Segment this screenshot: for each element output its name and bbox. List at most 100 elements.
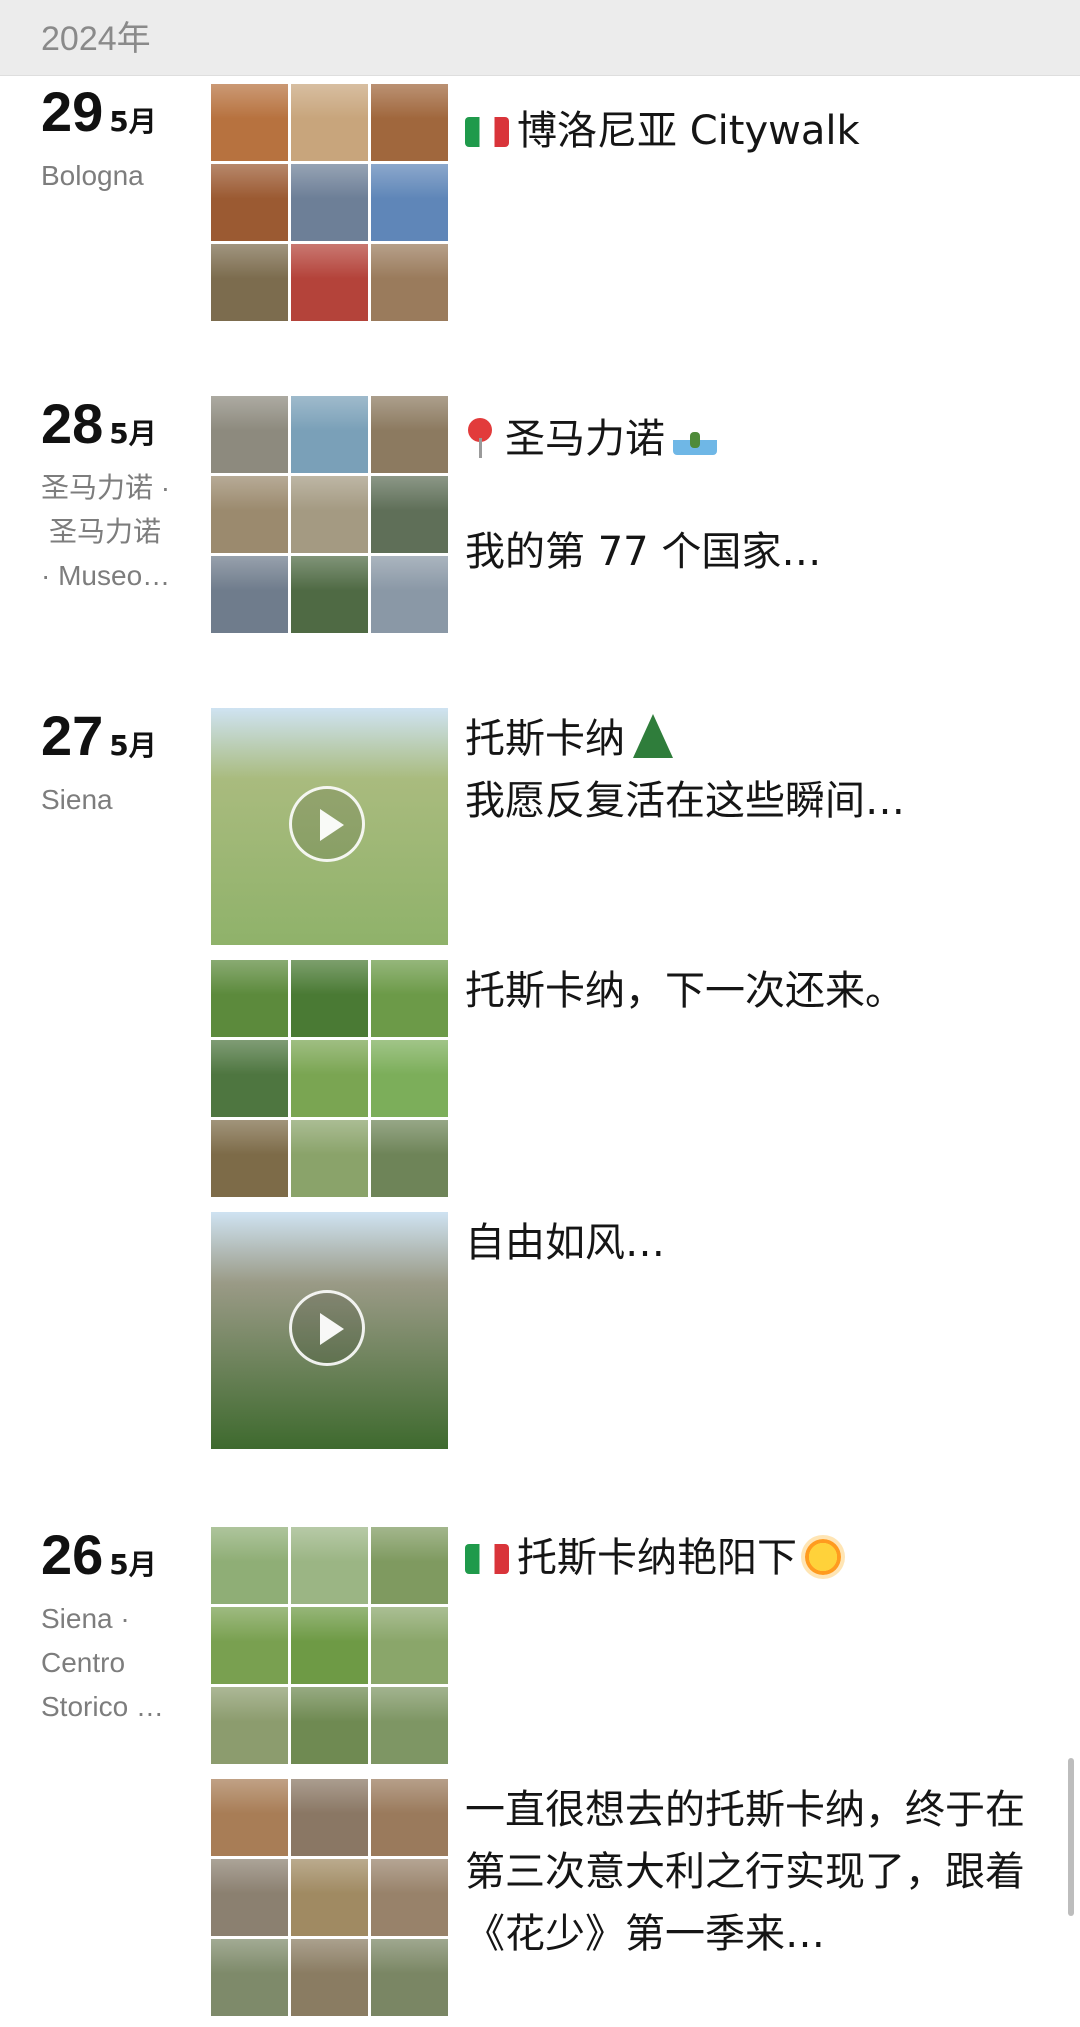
post-caption[interactable]: 博洛尼亚 Citywalk: [465, 100, 1035, 162]
day-number: 28: [41, 392, 104, 455]
photo-thumbnail: [371, 1859, 448, 1936]
location-label[interactable]: Bologna: [41, 154, 201, 198]
location-line: Centro: [41, 1647, 126, 1678]
photo-thumbnail: [211, 244, 288, 321]
photo-thumbnail: [371, 1040, 448, 1117]
photo-thumbnail: [291, 1120, 368, 1197]
photo-thumbnail: [371, 476, 448, 553]
photo-grid-thumbnail[interactable]: [211, 84, 448, 321]
tree-icon: [633, 714, 673, 758]
year-label: 2024年: [41, 20, 151, 58]
location-label[interactable]: 圣马力诺 · 圣马力诺 · Museo…: [41, 466, 201, 598]
day-number: 27: [41, 704, 104, 767]
month-label: 5月: [109, 729, 157, 762]
photo-grid-thumbnail[interactable]: [211, 960, 448, 1197]
location-line: Siena: [41, 784, 113, 815]
photo-thumbnail: [211, 1779, 288, 1856]
caption-text: 托斯卡纳: [465, 716, 625, 762]
photo-grid: [211, 1527, 448, 1764]
post-caption[interactable]: 自由如风…: [465, 1212, 1035, 1274]
photo-thumbnail: [371, 84, 448, 161]
day-number: 26: [41, 1523, 104, 1586]
caption-text: 博洛尼亚 Citywalk: [517, 108, 860, 154]
location-line: 圣马力诺: [49, 516, 162, 547]
photo-thumbnail: [371, 556, 448, 633]
play-icon[interactable]: [289, 1290, 365, 1366]
photo-thumbnail: [291, 1527, 368, 1604]
italy-flag-icon: [465, 117, 509, 147]
post-caption[interactable]: 托斯卡纳艳阳下: [465, 1527, 1035, 1589]
photo-thumbnail: [291, 164, 368, 241]
photo-thumbnail: [291, 1859, 368, 1936]
photo-thumbnail: [211, 396, 288, 473]
san-marino-flag-icon: [673, 425, 717, 455]
location-label[interactable]: Siena · Centro Storico …: [41, 1597, 201, 1729]
photo-thumbnail: [371, 396, 448, 473]
photo-grid: [211, 396, 448, 633]
date-column: 26 5月 Siena · Centro Storico …: [41, 1527, 201, 1729]
photo-thumbnail: [211, 1687, 288, 1764]
photo-thumbnail: [371, 1607, 448, 1684]
photo-thumbnail: [291, 1040, 368, 1117]
photo-thumbnail: [371, 1779, 448, 1856]
photo-thumbnail: [211, 1607, 288, 1684]
photo-thumbnail: [211, 960, 288, 1037]
photo-thumbnail: [211, 1040, 288, 1117]
photo-thumbnail: [371, 1527, 448, 1604]
post-caption-secondary[interactable]: 我的第 77 个国家…: [465, 521, 1035, 583]
post-caption[interactable]: 托斯卡纳 我愿反复活在这些瞬间…: [465, 708, 1035, 832]
play-icon[interactable]: [289, 786, 365, 862]
photo-thumbnail: [291, 1687, 368, 1764]
year-header: 2024年: [0, 0, 1080, 76]
post-caption[interactable]: 圣马力诺: [465, 408, 1035, 470]
caption-text: 我愿反复活在这些瞬间…: [465, 778, 905, 824]
photo-grid: [211, 84, 448, 321]
photo-thumbnail: [211, 556, 288, 633]
photo-thumbnail: [211, 476, 288, 553]
photo-thumbnail: [211, 84, 288, 161]
photo-thumbnail: [371, 960, 448, 1037]
location-line: · Museo…: [41, 560, 171, 591]
photo-thumbnail: [291, 84, 368, 161]
photo-thumbnail: [291, 476, 368, 553]
location-line: Storico …: [41, 1691, 164, 1722]
post-caption[interactable]: 托斯卡纳，下一次还来。: [465, 960, 1035, 1022]
photo-grid-thumbnail[interactable]: [211, 1527, 448, 1764]
photo-thumbnail: [291, 1779, 368, 1856]
photo-thumbnail: [291, 556, 368, 633]
location-line: Bologna: [41, 160, 144, 191]
photo-thumbnail: [291, 244, 368, 321]
month-label: 5月: [109, 417, 157, 450]
scrollbar[interactable]: [1068, 1758, 1074, 1916]
video-thumbnail[interactable]: [211, 708, 448, 945]
date-column: 27 5月 Siena: [41, 708, 201, 822]
sun-icon: [805, 1539, 841, 1575]
video-thumbnail[interactable]: [211, 1212, 448, 1449]
photo-thumbnail: [211, 164, 288, 241]
photo-thumbnail: [371, 164, 448, 241]
photo-thumbnail: [371, 1939, 448, 2016]
date-column: 28 5月 圣马力诺 · 圣马力诺 · Museo…: [41, 396, 201, 598]
photo-thumbnail: [371, 244, 448, 321]
date-column: 29 5月 Bologna: [41, 84, 201, 198]
caption-text: 圣马力诺: [505, 416, 665, 462]
italy-flag-icon: [465, 1544, 509, 1574]
moments-timeline: 2024年 295月 Bologna 博洛尼亚 Citywalk 285月: [0, 0, 1080, 2027]
location-line: Siena ·: [41, 1603, 130, 1634]
photo-thumbnail: [291, 396, 368, 473]
photo-grid-thumbnail[interactable]: [211, 396, 448, 633]
day-number: 29: [41, 80, 104, 143]
photo-thumbnail: [211, 1120, 288, 1197]
location-line: 圣马力诺 ·: [41, 472, 171, 503]
month-label: 5月: [109, 1548, 157, 1581]
photo-thumbnail: [291, 960, 368, 1037]
photo-grid-thumbnail[interactable]: [211, 1779, 448, 2016]
caption-text: 托斯卡纳艳阳下: [517, 1535, 797, 1581]
photo-thumbnail: [371, 1120, 448, 1197]
photo-thumbnail: [291, 1607, 368, 1684]
photo-thumbnail: [291, 1939, 368, 2016]
post-caption[interactable]: 一直很想去的托斯卡纳，终于在第三次意大利之行实现了，跟着《花少》第一季来…: [465, 1779, 1025, 1965]
photo-thumbnail: [211, 1859, 288, 1936]
photo-grid: [211, 960, 448, 1197]
location-label[interactable]: Siena: [41, 778, 201, 822]
